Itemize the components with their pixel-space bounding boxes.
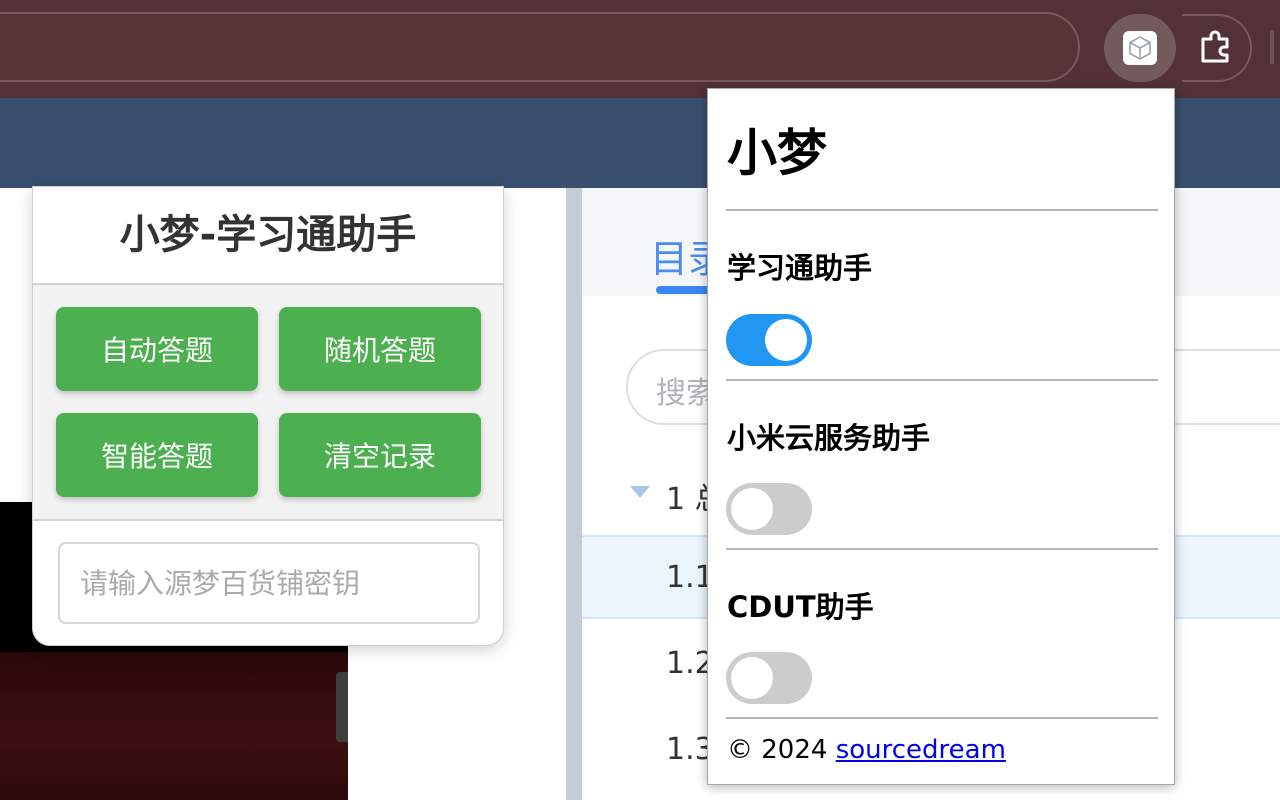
panel-splitter[interactable]: [566, 188, 582, 800]
extension-button[interactable]: [1104, 14, 1176, 82]
toggle-knob: [765, 319, 807, 361]
random-answer-button[interactable]: 随机答题: [279, 307, 481, 391]
popup-title: 小梦: [727, 124, 827, 182]
auto-answer-button[interactable]: 自动答题: [56, 307, 258, 391]
clear-records-button[interactable]: 清空记录: [279, 413, 481, 497]
cube-icon: [1123, 31, 1157, 65]
copyright-text: © 2024: [727, 735, 828, 765]
helper-title: 小梦-学习通助手: [33, 187, 503, 285]
video-area-lower: [0, 652, 348, 800]
section-label-xuexitong: 学习通助手: [727, 251, 873, 285]
helper-panel: 小梦-学习通助手 自动答题 随机答题 智能答题 清空记录: [32, 186, 504, 646]
divider: [726, 209, 1158, 211]
puzzle-icon: [1197, 27, 1235, 69]
cdut-toggle[interactable]: [726, 652, 812, 704]
toolbar-edge: [1270, 30, 1274, 64]
extension-popup: 小梦 学习通助手 小米云服务助手 CDUT助手 © 2024 sourcedre…: [707, 88, 1175, 785]
divider: [726, 548, 1158, 550]
divider: [726, 717, 1158, 719]
video-control-handle[interactable]: [336, 672, 348, 742]
caret-down-icon[interactable]: [630, 486, 650, 498]
section-label-xiaomi-cloud: 小米云服务助手: [727, 421, 931, 455]
extensions-menu-button[interactable]: [1182, 14, 1252, 82]
toggle-knob: [731, 657, 773, 699]
address-bar[interactable]: [0, 12, 1080, 82]
smart-answer-button[interactable]: 智能答题: [56, 413, 258, 497]
sourcedream-link[interactable]: sourcedream: [836, 735, 1006, 765]
section-label-cdut: CDUT助手: [727, 590, 874, 624]
xuexitong-toggle[interactable]: [726, 314, 812, 366]
divider: [726, 379, 1158, 381]
popup-footer: © 2024 sourcedream: [727, 735, 1006, 765]
helper-button-area: 自动答题 随机答题 智能答题 清空记录: [33, 285, 503, 521]
xiaomi-cloud-toggle[interactable]: [726, 483, 812, 535]
toggle-knob: [731, 488, 773, 530]
browser-toolbar: [0, 0, 1280, 98]
secret-key-input[interactable]: [58, 542, 480, 624]
